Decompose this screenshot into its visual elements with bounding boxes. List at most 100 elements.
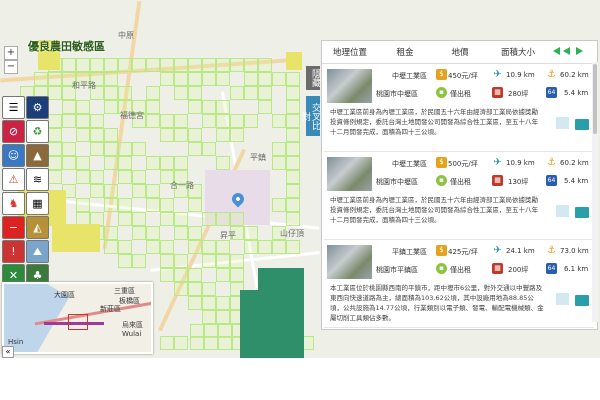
sensitive-zone-cell: [174, 72, 188, 86]
sensitive-zone-cell: [104, 156, 118, 170]
sensitive-zone-cell: [146, 58, 160, 72]
walk-icon[interactable]: ♞: [2, 192, 25, 215]
sensitive-zone-cell: [286, 72, 300, 86]
prev-page-icon[interactable]: [562, 46, 570, 55]
sensitive-zone-cell: [216, 100, 230, 114]
sensitive-zone-cell: [244, 86, 258, 100]
terrain-slope-icon[interactable]: [556, 293, 569, 305]
sensitive-zone-cell: [188, 296, 202, 310]
sensitive-zone-cell: [90, 170, 104, 184]
folder-icon[interactable]: [575, 295, 589, 306]
header-land-price[interactable]: 地價: [432, 46, 488, 58]
listing-card[interactable]: 平鎮工業區 桃園市平鎮區 $425元/坪 ▪ 僅出租 ✈ 24.1 km ▦ 200坪 ⚓ 73.0…: [324, 241, 594, 328]
zoom-in-button[interactable]: +: [4, 46, 18, 60]
sensitive-zone-cell: [132, 142, 146, 156]
overview-minimap[interactable]: 大園區 三重區 板橋區 新莊區 烏來區 Hsin Wulai: [2, 282, 153, 354]
sensitive-zone-cell: [272, 142, 286, 156]
park-description: 本工業區位於桃園縣西南的平鎮市，距中壢市6公里，對外交通以中豐路及東西向快速道路…: [330, 284, 544, 322]
rent-value: 425元/坪: [448, 248, 478, 256]
hide-panel-tab[interactable]: 隱藏: [306, 66, 320, 90]
stop-icon[interactable]: −: [2, 216, 25, 239]
sensitive-zone-cell: [216, 254, 230, 268]
sensitive-zone-cell: [118, 86, 132, 100]
minimap-label: 板橋區: [119, 297, 140, 305]
sensitive-zone-cell: [230, 86, 244, 100]
sensitive-zone-cell: [62, 114, 76, 128]
listing-card[interactable]: 中壢工業區 桃園市中壢區 $500元/坪 ▪ 僅出租 ✈ 10.9 km ▦ 130坪 ⚓ 60.2…: [324, 153, 594, 240]
scrollbar-thumb[interactable]: [593, 64, 597, 134]
terrain-slope-icon[interactable]: [556, 205, 569, 217]
lease-status-icon: ▪: [436, 175, 447, 186]
sensitive-zone-cell: [160, 128, 174, 142]
sensitive-zone-cell: [230, 268, 244, 282]
sensitive-zone-cell: [174, 254, 188, 268]
header-area[interactable]: 面積大小: [488, 46, 548, 58]
header-location[interactable]: 地理位置: [322, 46, 378, 58]
sensitive-zone-cell: [118, 198, 132, 212]
layer-list-icon[interactable]: ☰: [2, 96, 25, 119]
lease-status-icon: ▪: [436, 263, 447, 274]
sensitive-zone-cell: [286, 240, 300, 254]
mountain-icon[interactable]: ⛰: [26, 240, 49, 263]
zoom-out-button[interactable]: −: [4, 60, 18, 74]
sensitive-zone-cell: [48, 170, 62, 184]
sensitive-zone-cell: [202, 212, 216, 226]
sensitive-zone-cell: [188, 240, 202, 254]
sensitive-zone-cell: [76, 198, 90, 212]
prev-page-icon[interactable]: [552, 46, 560, 55]
restriction-icon[interactable]: ⊘: [2, 120, 25, 143]
sensitive-zone-cell: [146, 100, 160, 114]
terrain-slope-icon[interactable]: [556, 117, 569, 129]
sensitive-zone-cell: [76, 100, 90, 114]
sensitive-zone-cell: [202, 254, 216, 268]
sensitive-zone-cell: [190, 336, 204, 350]
face-icon[interactable]: ☺: [2, 144, 25, 167]
agency-logo-icon[interactable]: ⚙: [26, 96, 49, 119]
airport-distance: 10.9 km: [506, 159, 535, 167]
sensitive-zone-cell: [146, 240, 160, 254]
page-arrows: [548, 46, 588, 58]
park-photo[interactable]: [327, 69, 372, 103]
sensitive-zone-cell: [188, 58, 202, 72]
alert-icon[interactable]: !: [2, 240, 25, 263]
collapse-minimap-button[interactable]: «: [2, 346, 14, 358]
hazard-icon[interactable]: ⚠: [2, 168, 25, 191]
anchor-icon: ⚓: [547, 157, 556, 168]
header-rent[interactable]: 租金: [378, 46, 432, 58]
park-photo[interactable]: [327, 245, 372, 279]
sensitive-zone-cell: [62, 156, 76, 170]
sensitive-zone-cell: [216, 114, 230, 128]
sensitive-zone-cell: [188, 282, 202, 296]
map-label: 山仔頂: [280, 229, 304, 238]
sensitive-zone-cell: [174, 226, 188, 240]
lease-status-icon: ▪: [436, 87, 447, 98]
lease-status: 僅出租: [450, 90, 471, 98]
minimap-label: Hsin: [8, 338, 24, 346]
sensitive-zone-cell: [48, 142, 62, 156]
port-distance: 60.2 km: [560, 71, 589, 79]
sensitive-zone-cell: [62, 58, 76, 72]
sensitive-zone-cell: [62, 142, 76, 156]
landscape-icon[interactable]: ◭: [26, 216, 49, 239]
sensitive-zone-cell: [132, 254, 146, 268]
area-value: 130坪: [508, 178, 529, 186]
pattern-icon[interactable]: ▦: [26, 192, 49, 215]
listing-card[interactable]: 中壢工業區 桃園市中壢區 $450元/坪 ▪ 僅出租 ✈ 10.9 km ▦ 280坪 ⚓ 60.2…: [324, 65, 594, 152]
sensitive-zone-cell: [48, 72, 62, 86]
folder-icon[interactable]: [575, 119, 589, 130]
highway-shield-icon: 64: [546, 87, 557, 98]
cross-compare-tab[interactable]: 交叉比對: [300, 96, 320, 136]
folder-icon[interactable]: [575, 207, 589, 218]
terrain-icon[interactable]: ▲: [26, 144, 49, 167]
sensitive-zone-cell: [104, 184, 118, 198]
park-photo[interactable]: [327, 157, 372, 191]
sensitive-zone-cell: [132, 58, 146, 72]
sensitive-zone-cell: [104, 198, 118, 212]
sensitive-zone-cell: [160, 114, 174, 128]
recycle-icon[interactable]: ♻: [26, 120, 49, 143]
sensitive-zone-cell: [258, 86, 272, 100]
flood-icon[interactable]: ≋: [26, 168, 49, 191]
next-page-icon[interactable]: [576, 46, 584, 55]
sensitive-zone-cell: [90, 114, 104, 128]
lease-status: 僅出租: [450, 178, 471, 186]
